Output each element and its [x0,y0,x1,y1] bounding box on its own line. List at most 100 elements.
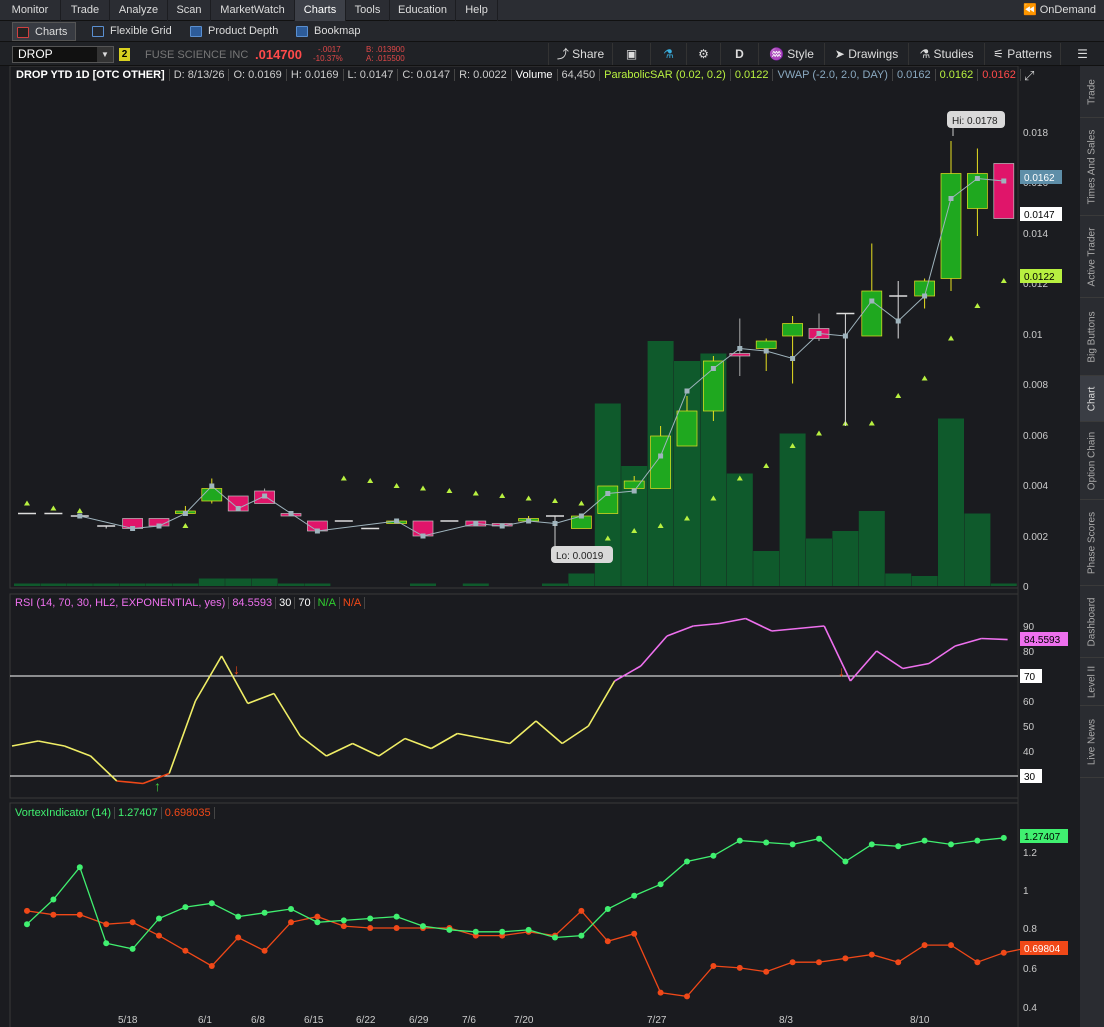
vi-plus-point [525,926,532,933]
timeframe-button[interactable]: D [720,43,758,65]
vi-minus-point [1000,949,1007,956]
volume-bar [225,578,252,586]
sidebar-tab-dashboard[interactable]: Dashboard [1080,586,1104,658]
vi-minus-point [235,934,242,941]
studies-button[interactable]: ⚗ Studies [908,43,984,65]
vi-minus-point [657,989,664,996]
vortex-label: VortexIndicator (14) [12,807,115,819]
vi-plus-point [235,913,242,920]
sidebar-tab-times-and-sales[interactable]: Times And Sales [1080,118,1104,216]
chart-title: DROP YTD 1D [OTC OTHER] [12,69,170,81]
drawings-button[interactable]: ➤ Drawings [824,43,908,65]
patterns-button[interactable]: ⚟ Patterns [984,43,1060,65]
vi-minus-point [789,959,796,966]
rsi-na-up: N/A [314,597,340,609]
volume-bar [462,583,489,586]
rsi-tick: 50 [1023,722,1035,733]
sidebar-tab-label: Big Buttons [1086,310,1098,363]
vwap-marker [394,518,400,524]
volume-bar [410,583,436,586]
flask-button[interactable]: ⚗ [650,43,686,65]
vi-minus-point [842,955,849,962]
subtab-charts[interactable]: Charts [12,22,76,41]
vwap-marker [658,453,664,459]
sidebar-tab-trade[interactable]: Trade [1080,66,1104,118]
vwap-value: 0.0162 [892,69,936,81]
vwap-marker [156,523,162,529]
sidebar-tab-active-trader[interactable]: Active Trader [1080,216,1104,298]
menu-marketwatch[interactable]: MarketWatch [211,0,295,21]
price-tick: 0.008 [1023,380,1048,391]
menu-tools[interactable]: Tools [346,0,390,21]
symbol-value: DROP [18,47,53,61]
subtab-flexible-grid[interactable]: Flexible Grid [88,22,178,41]
zoom-icon[interactable]: ⤢ [1024,68,1034,84]
ondemand-label: OnDemand [1039,4,1096,16]
pct-change: -10.37% [313,54,343,63]
vi-minus-point [736,964,743,971]
subtab-product-depth[interactable]: Product Depth [186,22,282,41]
chart-menu-button[interactable]: ☰ [1060,43,1104,65]
symbol-input[interactable]: DROP ▼ [12,46,114,63]
vwap-marker [948,196,954,201]
vi-minus-point [393,925,400,931]
subtab-label: Bookmap [314,25,361,37]
price-tick: 0.014 [1023,229,1048,240]
sidebar-tab-chart[interactable]: Chart [1080,376,1104,422]
volume-bar [40,583,67,586]
volume-bar [542,583,568,586]
candle-body [676,410,698,447]
sidebar-tab-label: Level II [1086,665,1098,698]
vi-plus-point [710,852,717,859]
menu-help[interactable]: Help [456,0,498,21]
grid-icon [92,26,104,37]
volume-bar [964,513,991,586]
subtab-bookmap[interactable]: Bookmap [292,22,364,41]
settings-button[interactable]: ⚙ [686,43,720,65]
chart-canvas[interactable]: 0.018 0.016 0.014 0.012 0.01 0.008 0.006… [0,66,1080,1027]
snapshot-button[interactable]: ▣ [612,43,650,65]
style-button[interactable]: ♒ Style [758,43,824,65]
vi-minus-point [974,959,981,966]
sidebar-tab-option-chain[interactable]: Option Chain [1080,422,1104,500]
menu-trade[interactable]: Trade [61,0,110,21]
cursor-icon: ➤ [834,47,849,61]
price-axis: 0.018 0.016 0.014 0.012 0.01 0.008 0.006… [1023,128,1048,593]
vi-tick: 0.6 [1023,964,1037,975]
sidebar-tab-level-ii[interactable]: Level II [1080,658,1104,706]
vwap-marker [631,488,637,494]
vi-plus-point [446,926,453,933]
style-label: Style [787,47,814,61]
drawings-label: Drawings [848,47,899,61]
dropdown-arrow-icon[interactable]: ▼ [97,47,113,62]
menu-monitor[interactable]: Monitor [0,0,61,21]
sar-value: 0.0122 [730,69,774,81]
vi-minus-point [24,907,30,914]
volume-bar [779,433,806,586]
vi-plus-point [340,917,347,924]
net-change: -.0017 [318,45,341,54]
ondemand-button[interactable]: ⏪ OnDemand [1023,0,1096,21]
vi-plus-point [103,940,110,947]
link-group-badge[interactable]: 2 [119,48,130,61]
sar-badge-value: 0.0122 [1024,272,1055,283]
volume-bar [198,578,225,586]
menu-analyze[interactable]: Analyze [110,0,168,21]
sidebar-tab-label: Times And Sales [1086,129,1098,204]
vi-minus-point [631,930,638,937]
buy-arrow-icon: ↑ [154,778,161,794]
sidebar-tab-phase-scores[interactable]: Phase Scores [1080,500,1104,586]
vwap-marker [974,176,980,181]
sidebar-tab-big-buttons[interactable]: Big Buttons [1080,298,1104,376]
share-button[interactable]: ⤴ Share [548,43,612,65]
subtab-label: Charts [35,26,68,38]
vi-minus-point [367,925,374,931]
menu-scan[interactable]: Scan [168,0,211,21]
menu-education[interactable]: Education [390,0,456,21]
sidebar-tab-live-news[interactable]: Live News [1080,706,1104,778]
volume-bar [146,583,172,586]
vi-plus-point [684,858,690,865]
candle-body [993,163,1015,219]
vi-plus-point [921,837,928,844]
menu-charts[interactable]: Charts [295,0,346,21]
